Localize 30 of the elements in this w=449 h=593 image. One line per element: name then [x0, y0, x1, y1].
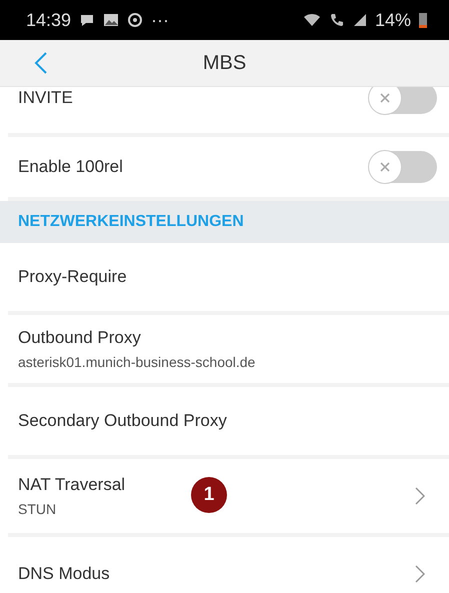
row-value: STUN — [18, 501, 58, 517]
battery-icon — [419, 12, 427, 28]
x-icon — [378, 160, 392, 174]
circle-icon — [127, 12, 144, 28]
screen-title: MBS — [202, 52, 248, 74]
notification-icon — [79, 12, 96, 28]
row-label: DNS Modus — [18, 564, 110, 584]
chevron-right-icon — [415, 565, 425, 583]
chevron-right-icon — [415, 487, 425, 505]
toggle-switch[interactable] — [369, 151, 437, 183]
settings-row[interactable]: INVITE — [8, 87, 449, 137]
x-icon — [378, 91, 392, 105]
image-icon — [103, 13, 120, 27]
row-value: asterisk01.munich-business-school.de — [18, 354, 256, 370]
wifi-icon — [302, 13, 321, 27]
row-label: NAT Traversal — [18, 475, 126, 495]
row-label: Proxy-Require — [18, 267, 127, 287]
back-button[interactable] — [34, 51, 48, 75]
section-title: NETZWERKEINSTELLUNGEN — [18, 213, 244, 231]
phone-icon — [328, 12, 345, 28]
row-label: Outbound Proxy — [18, 328, 141, 348]
battery-percentage: 14% — [374, 10, 411, 30]
toggle-switch[interactable] — [369, 87, 437, 114]
clock: 14:39 — [26, 10, 72, 30]
signal-icon — [352, 13, 367, 27]
row-label: Secondary Outbound Proxy — [18, 411, 227, 431]
row-label: Enable 100rel — [18, 157, 123, 177]
row-label: INVITE — [18, 88, 73, 108]
more-indicator: ··· — [151, 10, 170, 30]
annotation-badge: 1 — [191, 477, 227, 513]
